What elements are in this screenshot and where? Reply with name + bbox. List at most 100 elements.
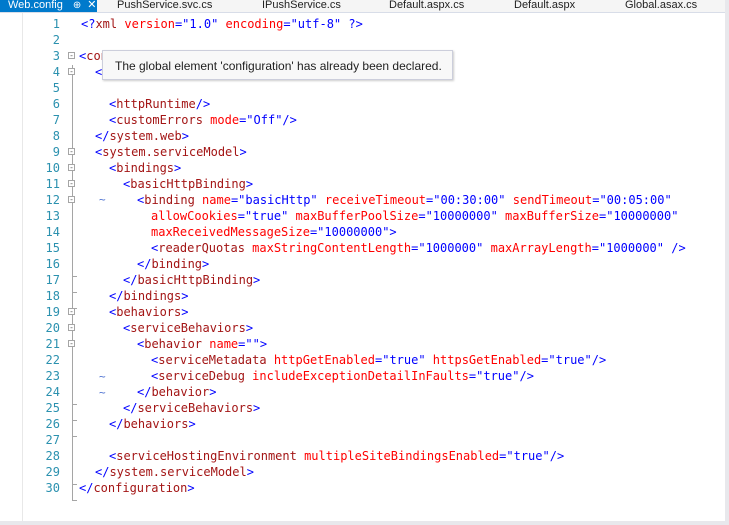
close-icon[interactable]: ✕ [87,0,96,11]
tab-label: PushService.svc.cs [117,0,213,11]
code-line[interactable]: 15 <readerQuotas maxStringContentLength=… [0,240,729,256]
code-line[interactable]: 12 - <binding name="basicHttp" receiveTi… [0,192,729,208]
code-line[interactable]: 24 </behavior> [0,384,729,400]
code-text: </behavior> [137,385,217,399]
tab-global-asax-cs[interactable]: Global.asax.cs [625,0,697,12]
line-number: 26 [45,417,60,431]
document-tab-bar: Web.config ⊕ ✕ PushService.svc.cs IPushSer… [0,0,729,13]
code-line[interactable]: 11 - <basicHttpBinding> [0,176,729,192]
code-line[interactable]: 29 </system.serviceModel> [0,464,729,480]
collapse-toggle-icon[interactable]: - [68,68,75,76]
code-line[interactable]: 10 - <bindings> [0,160,729,176]
fold-end-marker [72,500,77,501]
line-number: 18 [45,289,60,303]
code-line[interactable]: 25 </serviceBehaviors> [0,400,729,416]
code-text: <httpRuntime/> [109,97,211,111]
line-number: 12 [45,193,60,207]
line-number: 28 [45,449,60,463]
code-line[interactable]: 1 <?xml version="1.0" encoding="utf-8" ?… [0,16,729,32]
code-text: </behaviors> [109,417,196,431]
code-text: <serviceBehaviors> [123,321,254,335]
line-number: 3 [52,49,60,63]
code-line[interactable]: 18 </bindings> [0,288,729,304]
code-text: <serviceHostingEnvironment multipleSiteB… [109,449,565,463]
code-text: </serviceBehaviors> [123,401,261,415]
collapse-toggle-icon[interactable]: - [68,324,75,332]
code-text: </binding> [137,257,210,271]
code-text: <readerQuotas maxStringContentLength="10… [151,241,686,255]
code-line[interactable]: 22 <serviceMetadata httpGetEnabled="true… [0,352,729,368]
code-text: allowCookies="true" maxBufferPoolSize="1… [151,209,679,223]
collapse-toggle-icon[interactable]: - [68,164,75,172]
tab-default-aspx-cs[interactable]: Default.aspx.cs [389,0,464,12]
code-text: <serviceDebug includeExceptionDetailInFa… [151,369,534,383]
tab-ipushservice-cs[interactable]: IPushService.cs [262,0,341,12]
line-number: 10 [45,161,60,175]
code-text: </system.web> [95,129,189,143]
editor-bottom-edge [0,521,729,525]
code-line[interactable]: 6 <httpRuntime/> [0,96,729,112]
code-text: <behavior name=""> [137,337,268,351]
code-line[interactable]: 8 </system.web> [0,128,729,144]
code-line[interactable]: 5 [0,80,729,96]
code-line[interactable]: 9 - <system.serviceModel> [0,144,729,160]
tab-pushservice-svc-cs[interactable]: PushService.svc.cs [117,0,212,12]
code-line[interactable]: 16 </binding> [0,256,729,272]
code-text: <serviceMetadata httpGetEnabled="true" h… [151,353,607,367]
tab-label: Web.config [8,0,63,11]
line-number: 6 [52,97,60,111]
line-number: 2 [52,33,60,47]
code-text: </configuration> [79,481,195,495]
code-line[interactable]: 23 <serviceDebug includeExceptionDetailI… [0,368,729,384]
line-number: 30 [45,481,60,495]
tab-web-config[interactable]: Web.config ⊕ ✕ [0,0,97,12]
collapse-toggle-icon[interactable]: - [68,52,75,60]
code-line[interactable]: 17 </basicHttpBinding> [0,272,729,288]
code-line[interactable]: 30 </configuration> [0,480,729,496]
code-text: <?xml version="1.0" encoding="utf-8" ?> [81,17,363,31]
code-text: <behaviors> [109,305,189,319]
line-number: 17 [45,273,60,287]
line-number: 11 [45,177,60,191]
tab-label: Global.asax.cs [625,0,698,11]
collapse-toggle-icon[interactable]: - [68,340,75,348]
line-number: 21 [45,337,60,351]
line-number: 22 [45,353,60,367]
collapse-toggle-icon[interactable]: - [68,180,75,188]
line-number: 13 [45,209,60,223]
code-text: <customErrors mode="Off"/> [109,113,297,127]
tab-default-aspx[interactable]: Default.aspx [514,0,575,12]
line-number: 19 [45,305,60,319]
collapse-toggle-icon[interactable]: - [68,196,75,204]
line-number: 9 [52,145,60,159]
code-line[interactable]: 7 <customErrors mode="Off"/> [0,112,729,128]
code-editor[interactable]: 1 <?xml version="1.0" encoding="utf-8" ?… [0,13,729,525]
pin-icon[interactable]: ⊕ [73,0,81,11]
code-line[interactable]: 13 allowCookies="true" maxBufferPoolSize… [0,208,729,224]
code-line[interactable]: 27 [0,432,729,448]
line-number: 24 [45,385,60,399]
collapse-toggle-icon[interactable]: - [68,148,75,156]
line-number: 14 [45,225,60,239]
code-line[interactable]: 19 - <behaviors> [0,304,729,320]
code-line[interactable]: 26 </behaviors> [0,416,729,432]
code-line[interactable]: 20 - <serviceBehaviors> [0,320,729,336]
code-text: <bindings> [109,161,182,175]
line-number: 8 [52,129,60,143]
tab-label: Default.aspx.cs [389,0,465,11]
code-text: <binding name="basicHttp" receiveTimeout… [137,193,672,207]
line-number: 23 [45,369,60,383]
line-number: 29 [45,465,60,479]
code-text: maxReceivedMessageSize="10000000"> [151,225,397,239]
code-text: </system.serviceModel> [95,465,254,479]
code-line[interactable]: 14 maxReceivedMessageSize="10000000"> [0,224,729,240]
collapse-toggle-icon[interactable]: - [68,308,75,316]
code-line[interactable]: 28 <serviceHostingEnvironment multipleSi… [0,448,729,464]
line-number: 27 [45,433,60,447]
code-line[interactable]: 21 - <behavior name=""> [0,336,729,352]
line-number: 20 [45,321,60,335]
error-tooltip: The global element 'configuration' has a… [102,50,453,80]
code-line[interactable]: 2 [0,32,729,48]
line-number: 1 [52,17,60,31]
line-number: 5 [52,81,60,95]
